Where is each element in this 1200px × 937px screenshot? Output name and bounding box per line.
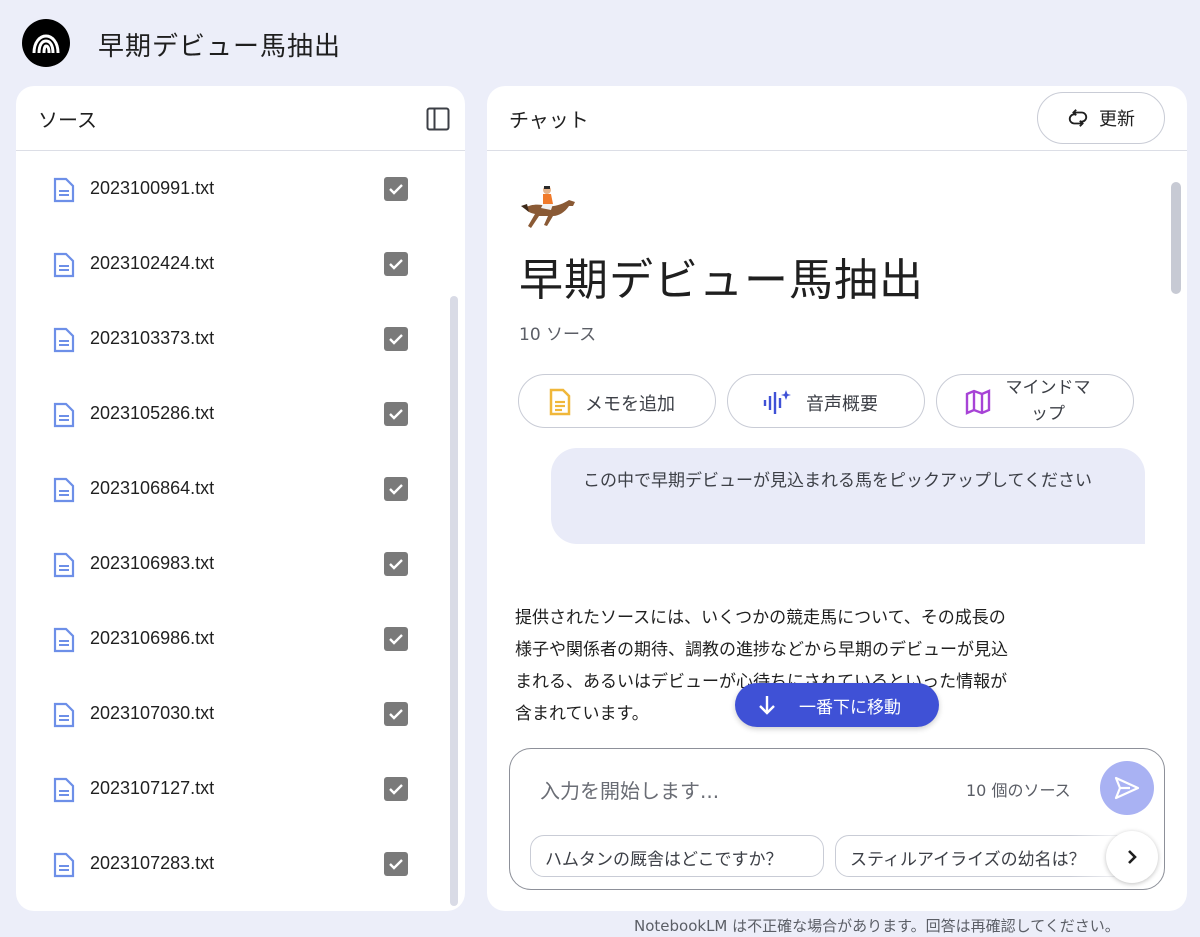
audio-overview-button[interactable]: 音声概要 — [727, 374, 925, 428]
source-checkbox[interactable] — [384, 852, 408, 876]
scroll-to-bottom-button[interactable]: 一番下に移動 — [735, 683, 939, 727]
source-item[interactable]: 2023106986.txt — [16, 602, 465, 677]
check-icon — [389, 484, 403, 495]
source-item[interactable]: 2023107030.txt — [16, 677, 465, 752]
map-icon — [965, 389, 991, 415]
chat-input-box: 入力を開始します... 10 個のソース ハムタンの厩舎はどこですか？ スティル… — [509, 748, 1165, 890]
source-checkbox[interactable] — [384, 252, 408, 276]
check-icon — [389, 409, 403, 420]
file-icon — [53, 177, 75, 203]
input-source-count: 10 個のソース — [966, 781, 1071, 800]
notebook-title: 早期デビュー馬抽出 — [519, 255, 924, 306]
audio-overview-label: 音声概要 — [806, 394, 878, 415]
source-item[interactable]: 2023106864.txt — [16, 452, 465, 527]
source-item[interactable]: 2023105286.txt — [16, 377, 465, 452]
file-icon — [53, 627, 75, 653]
file-icon — [53, 477, 75, 503]
disclaimer-text: NotebookLM は不正確な場合があります。回答は再確認してください。 — [634, 917, 1120, 935]
source-checkbox[interactable] — [384, 477, 408, 501]
refresh-button[interactable]: 更新 — [1037, 92, 1165, 144]
audio-wave-icon — [763, 390, 791, 414]
chat-header: チャット 更新 — [487, 86, 1187, 151]
sources-scrollbar[interactable] — [450, 296, 458, 906]
source-file-name: 2023103373.txt — [90, 328, 215, 348]
source-item[interactable]: 2023102424.txt — [16, 227, 465, 302]
top-bar: 早期デビュー馬抽出 — [0, 0, 1200, 86]
sources-panel: ソース 2023100991.txt 2023102424.txt 20231033… — [16, 86, 465, 911]
source-file-name: 2023105286.txt — [90, 403, 215, 423]
send-icon — [1114, 776, 1140, 800]
file-icon — [53, 552, 75, 578]
source-item[interactable]: 2023103373.txt — [16, 302, 465, 377]
source-file-name: 2023100991.txt — [90, 178, 215, 198]
sources-title: ソース — [38, 108, 97, 132]
chat-scrollbar[interactable] — [1171, 182, 1181, 294]
add-note-button[interactable]: メモを追加 — [518, 374, 716, 428]
source-item[interactable]: 2023100991.txt — [16, 152, 465, 227]
source-checkbox[interactable] — [384, 402, 408, 426]
check-icon — [389, 334, 403, 345]
source-checkbox[interactable] — [384, 627, 408, 651]
source-checkbox[interactable] — [384, 702, 408, 726]
answer-line: 提供されたソースには、いくつかの競走馬について、その成長の — [515, 608, 1006, 628]
source-list: 2023100991.txt 2023102424.txt 2023103373.t… — [16, 152, 465, 911]
source-file-name: 2023102424.txt — [90, 253, 215, 273]
user-message: この中で早期デビューが見込まれる馬をピックアップしてください — [551, 448, 1145, 544]
check-icon — [389, 259, 403, 270]
send-button[interactable] — [1100, 761, 1154, 815]
add-note-label: メモを追加 — [585, 394, 675, 415]
check-icon — [389, 709, 403, 720]
collapse-panel-icon[interactable] — [425, 106, 451, 132]
check-icon — [389, 784, 403, 795]
refresh-icon — [1068, 109, 1088, 127]
notebooklm-logo-icon[interactable] — [22, 19, 70, 67]
source-file-name: 2023107030.txt — [90, 703, 215, 723]
file-icon — [53, 252, 75, 278]
check-icon — [389, 859, 403, 870]
chevron-right-icon — [1128, 850, 1137, 864]
file-icon — [53, 852, 75, 878]
mind-map-label: マインドマ ップ — [1005, 378, 1091, 424]
mind-map-button[interactable]: マインドマ ップ — [936, 374, 1134, 428]
horse-racing-icon — [517, 182, 583, 238]
file-icon — [53, 702, 75, 728]
check-icon — [389, 184, 403, 195]
file-icon — [53, 402, 75, 428]
chat-title: チャット — [509, 108, 589, 132]
chat-panel: チャット 更新 早期デビュー馬抽出 10 ソース メモを追加 音声概要 マインド… — [487, 86, 1187, 911]
scroll-to-bottom-label: 一番下に移動 — [799, 698, 901, 718]
file-icon — [53, 777, 75, 803]
source-file-name: 2023106864.txt — [90, 478, 215, 498]
file-icon — [53, 327, 75, 353]
source-file-name: 2023107127.txt — [90, 778, 215, 798]
source-file-name: 2023106986.txt — [90, 628, 215, 648]
source-file-name: 2023106983.txt — [90, 553, 215, 573]
source-checkbox[interactable] — [384, 177, 408, 201]
answer-line: 様子や関係者の期待、調教の進捗などから早期のデビューが見込 — [515, 640, 1008, 660]
source-checkbox[interactable] — [384, 552, 408, 576]
source-item[interactable]: 2023107127.txt — [16, 752, 465, 827]
source-checkbox[interactable] — [384, 327, 408, 351]
source-checkbox[interactable] — [384, 777, 408, 801]
note-icon — [549, 388, 571, 416]
arrow-down-icon — [759, 696, 775, 715]
refresh-label: 更新 — [1099, 109, 1135, 130]
source-file-name: 2023107283.txt — [90, 853, 215, 873]
app-title[interactable]: 早期デビュー馬抽出 — [98, 26, 341, 63]
source-item[interactable]: 2023107283.txt — [16, 827, 465, 902]
next-suggestions-button[interactable] — [1106, 831, 1158, 883]
source-count: 10 ソース — [519, 325, 597, 345]
check-icon — [389, 559, 403, 570]
suggestion-chip[interactable]: ハムタンの厩舎はどこですか？ — [530, 835, 824, 877]
sources-header: ソース — [16, 86, 465, 151]
check-icon — [389, 634, 403, 645]
chat-input[interactable]: 入力を開始します... — [540, 775, 719, 804]
source-item[interactable]: 2023106983.txt — [16, 527, 465, 602]
